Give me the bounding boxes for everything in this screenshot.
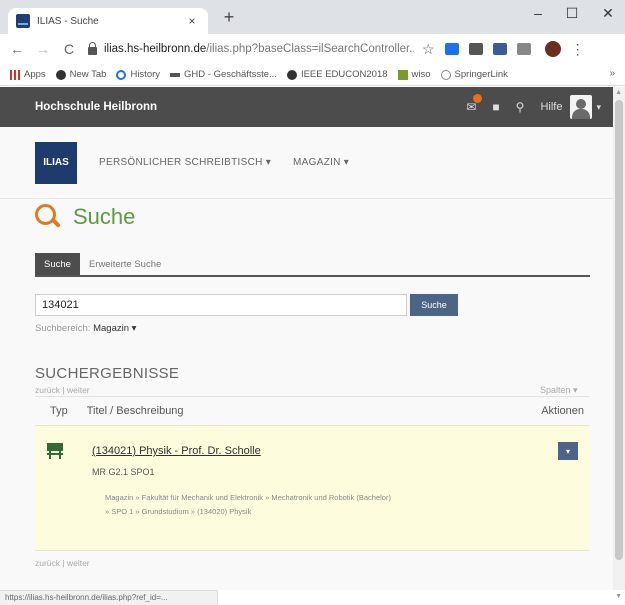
extension-2-icon[interactable] (468, 43, 483, 55)
bookmark-apps[interactable]: Apps (10, 69, 46, 80)
scope-dropdown[interactable]: Magazin ▾ (93, 323, 136, 334)
search-magnifier-icon (35, 204, 61, 230)
bookmark-label: wiso (411, 69, 431, 80)
ilias-favicon-icon (16, 14, 30, 28)
scrollbar-thumb[interactable] (615, 100, 623, 560)
bookmark-label: IEEE EDUCON2018 (300, 69, 388, 80)
scroll-down-icon[interactable]: ▼ (615, 593, 622, 600)
actions-dropdown-button[interactable]: ▾ (558, 442, 578, 460)
table-row: (134021) Physik - Prof. Dr. Scholle MR G… (35, 425, 590, 551)
columns-dropdown[interactable]: Spalten ▾ (540, 385, 578, 396)
scope-label: Suchbereich: (35, 323, 91, 334)
bookmark-label: SpringerLink (454, 69, 508, 80)
reload-button[interactable]: C (60, 41, 78, 57)
url-domain: ilias.hs-heilbronn.de (104, 43, 207, 55)
minimize-button[interactable]: – (528, 5, 548, 21)
bookmarks-bar: Apps New Tab History GHD - Geschäftsste.… (0, 64, 625, 86)
search-scope: Suchbereich: Magazin ▾ (35, 323, 136, 334)
profile-avatar[interactable] (544, 41, 561, 57)
bookmark-star-icon[interactable]: ☆ (422, 41, 435, 58)
user-menu-caret-icon[interactable]: ▾ (596, 102, 601, 113)
result-title-link[interactable]: (134021) Physik - Prof. Dr. Scholle (92, 445, 261, 457)
page-heading: Suche (35, 204, 135, 230)
extension-4-icon[interactable] (516, 43, 531, 55)
lock-icon (88, 42, 97, 55)
new-tab-button[interactable]: + (218, 7, 240, 28)
ilias-top-bar: Hochschule Heilbronn ✉ ■ ⚲ Hilfe ▾ (0, 87, 613, 127)
bookmark-springerlink[interactable]: SpringerLink (440, 69, 508, 80)
bookmark-new-tab[interactable]: New Tab (55, 69, 107, 80)
bookmarks-more-icon[interactable]: » (609, 68, 615, 79)
header-title[interactable]: Titel / Beschreibung (87, 405, 541, 417)
forward-button[interactable]: → (34, 41, 52, 57)
globe-icon (286, 69, 297, 80)
notification-badge (473, 94, 483, 103)
bookmark-label: GHD - Geschäftsste... (184, 69, 277, 80)
maximize-button[interactable]: ☐ (562, 5, 582, 22)
user-avatar[interactable] (570, 95, 593, 119)
breadcrumb-line-2: » SPO 1 » Grundstudium » (134020) Physik (105, 507, 252, 516)
browser-menu-icon[interactable]: ⋮ (571, 41, 585, 58)
bookmark-history[interactable]: History (116, 69, 160, 80)
bookmark-ghd[interactable]: GHD - Geschäftsste... (170, 69, 277, 80)
menu-magazin[interactable]: MAGAZIN ▾ (293, 157, 349, 168)
apps-grid-icon (10, 69, 20, 80)
results-table-header: Typ Titel / Beschreibung Aktionen (35, 396, 590, 424)
pager-bottom[interactable]: zurück | weiter (35, 558, 90, 568)
url-path: /ilias.php?baseClass=ilSearchController.… (206, 43, 414, 55)
springer-icon (440, 69, 451, 80)
tab-title: ILIAS - Suche (37, 15, 99, 27)
search-icon[interactable]: ⚲ (516, 100, 525, 114)
pager-top[interactable]: zurück | weiter (35, 385, 90, 395)
results-title: SUCHERGEBNISSE (35, 365, 180, 382)
help-link[interactable]: Hilfe (540, 101, 562, 113)
search-input[interactable] (35, 294, 407, 316)
address-bar[interactable]: ilias.hs-heilbronn.de/ilias.php?baseClas… (104, 43, 414, 55)
header-actions: Aktionen (541, 404, 584, 417)
extension-1-icon[interactable] (444, 43, 459, 55)
tab-suche[interactable]: Suche (35, 253, 80, 275)
browser-tab[interactable]: ILIAS - Suche × (8, 8, 208, 34)
tab-close-icon[interactable]: × (184, 14, 200, 28)
page-viewport: Hochschule Heilbronn ✉ ■ ⚲ Hilfe ▾ ILIAS… (0, 87, 613, 590)
chat-icon[interactable]: ■ (492, 100, 499, 114)
mail-icon[interactable]: ✉ (466, 94, 483, 114)
wiso-icon (397, 69, 408, 80)
header-type: Typ (50, 404, 68, 417)
close-window-button[interactable]: ✕ (598, 5, 618, 22)
main-navigation: ILIAS PERSÖNLICHER SCHREIBTISCH ▾ MAGAZI… (0, 127, 613, 199)
menu-persoenlicher-schreibtisch[interactable]: PERSÖNLICHER SCHREIBTISCH ▾ (99, 157, 271, 168)
browser-toolbar: ← → C ilias.hs-heilbronn.de/ilias.php?ba… (0, 34, 625, 64)
status-bar-url: https://ilias.hs-heilbronn.de/ilias.php?… (0, 590, 218, 605)
bookmark-label: Apps (24, 69, 46, 80)
browser-tab-bar: ILIAS - Suche × + – ☐ ✕ (0, 0, 625, 34)
extension-3-icon[interactable] (492, 43, 507, 55)
course-icon (47, 443, 63, 459)
bookmark-ieee[interactable]: IEEE EDUCON2018 (286, 69, 388, 80)
page-title: Suche (73, 204, 136, 229)
scroll-up-icon[interactable]: ▲ (615, 89, 622, 96)
globe-icon (55, 69, 66, 80)
brand-name[interactable]: Hochschule Heilbronn (35, 101, 466, 113)
result-breadcrumb: Magazin » Fakultät für Mechanik und Elek… (105, 491, 505, 519)
ilias-logo[interactable]: ILIAS (35, 141, 77, 184)
bookmark-label: History (130, 69, 161, 80)
history-icon (116, 69, 127, 80)
tab-erweiterte-suche[interactable]: Erweiterte Suche (80, 253, 170, 275)
result-description: MR G2.1 SPO1 (92, 467, 155, 477)
bookmark-wiso[interactable]: wiso (397, 69, 431, 80)
breadcrumb-line-1: Magazin » Fakultät für Mechanik und Elek… (105, 493, 391, 502)
bookmark-label: New Tab (69, 69, 107, 80)
back-button[interactable]: ← (8, 41, 26, 57)
ghd-icon (170, 72, 181, 77)
search-button[interactable]: Suche (410, 294, 458, 316)
search-tabs: Suche Erweiterte Suche (35, 253, 590, 277)
